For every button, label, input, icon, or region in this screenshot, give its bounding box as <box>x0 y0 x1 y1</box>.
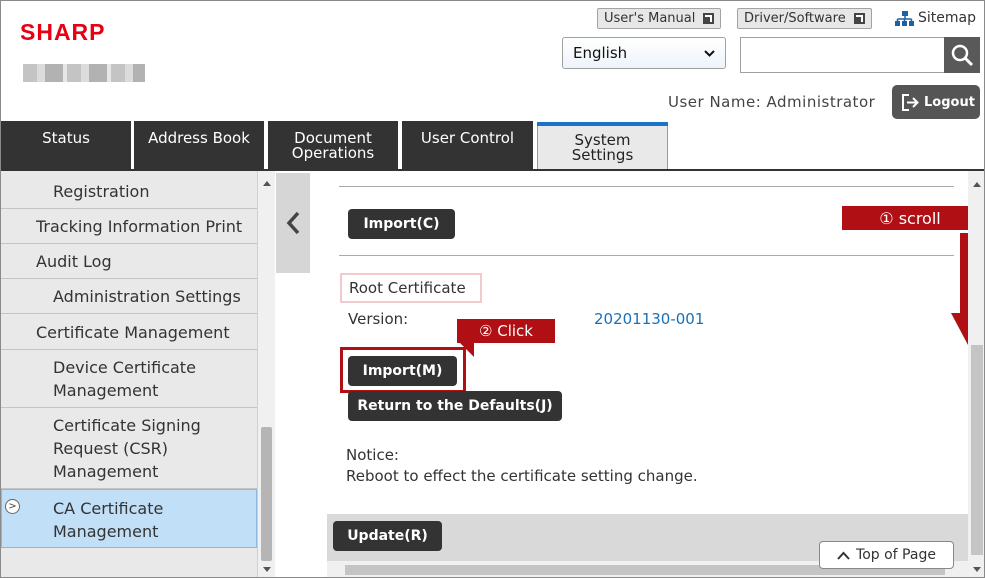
chevron-right-icon: > <box>5 499 20 514</box>
sidebar-item-label: Certificate Signing Request (CSR) Manage… <box>53 416 201 481</box>
sidebar-item-device-certificate-management[interactable]: Device Certificate Management <box>1 350 257 408</box>
tab-system-settings[interactable]: System Settings <box>537 122 668 171</box>
tab-status[interactable]: Status <box>1 121 131 171</box>
sidebar-item-registration[interactable]: Registration <box>1 171 257 209</box>
sidebar-item-tracking-information-print[interactable]: Tracking Information Print <box>1 209 257 244</box>
collapse-sidebar-button[interactable] <box>276 173 310 273</box>
logout-label: Logout <box>924 94 975 110</box>
sidebar-item-label: Certificate Management <box>36 323 230 342</box>
click-annotation: ② Click <box>457 319 555 343</box>
scroll-down-icon[interactable] <box>973 567 981 572</box>
sidebar-menu: Registration Tracking Information Print … <box>1 171 257 577</box>
import-c-button[interactable]: Import(C) <box>348 209 455 239</box>
model-name-redacted <box>23 64 145 82</box>
sidebar-item-csr-management[interactable]: Certificate Signing Request (CSR) Manage… <box>1 408 257 489</box>
sidebar-item-audit-log[interactable]: Audit Log <box>1 244 257 279</box>
sidebar-item-ca-certificate-management[interactable]: > CA Certificate Management <box>1 489 257 548</box>
click-highlight-box <box>340 347 466 393</box>
sharp-logo: SHARP <box>20 19 106 45</box>
tab-document-operations[interactable]: Document Operations <box>268 121 398 171</box>
external-link-icon <box>853 13 865 24</box>
sitemap-link[interactable]: Sitemap <box>895 10 976 26</box>
root-certificate-heading: Root Certificate <box>340 273 482 303</box>
tab-address-book[interactable]: Address Book <box>134 121 264 171</box>
tab-label: Status <box>42 129 90 147</box>
language-value: English <box>573 44 628 62</box>
logout-button[interactable]: Logout <box>892 85 980 119</box>
top-of-page-button[interactable]: Top of Page <box>819 541 954 569</box>
sitemap-icon <box>895 10 914 26</box>
driver-software-link[interactable]: Driver/Software <box>737 8 872 29</box>
user-name-label: User Name: Administrator <box>668 93 876 111</box>
tab-label: System Settings <box>571 131 634 164</box>
page-scroll-thumb[interactable] <box>971 345 983 555</box>
tab-label: User Control <box>420 129 515 147</box>
sidebar-scroll-thumb[interactable] <box>261 427 272 561</box>
tab-label: Address Book <box>148 129 250 147</box>
version-label: Version: <box>348 310 409 328</box>
language-select[interactable]: English <box>562 37 726 69</box>
top-of-page-label: Top of Page <box>856 547 936 563</box>
update-button[interactable]: Update(R) <box>333 521 442 551</box>
divider <box>339 186 954 187</box>
scroll-up-icon[interactable] <box>973 182 981 187</box>
sidebar-item-administration-settings[interactable]: Administration Settings <box>1 279 257 314</box>
sidebar-item-label: CA Certificate Management <box>53 499 164 541</box>
search-icon <box>951 44 974 67</box>
sidebar-item-label: Audit Log <box>36 252 112 271</box>
tab-user-control[interactable]: User Control <box>402 121 533 171</box>
sidebar-scrollbar[interactable] <box>257 171 275 577</box>
page-scrollbar[interactable] <box>968 171 984 577</box>
search-input[interactable] <box>740 37 945 73</box>
chevron-down-icon <box>704 49 715 57</box>
main-tabs: Status Address Book Document Operations … <box>1 121 984 171</box>
callout-pointer <box>459 342 474 357</box>
external-link-icon <box>703 13 715 24</box>
notice-text: Reboot to effect the certificate setting… <box>346 467 698 485</box>
return-to-defaults-button[interactable]: Return to the Defaults(J) <box>348 391 562 421</box>
scroll-down-icon[interactable] <box>263 567 271 572</box>
sidebar-item-label: Registration <box>53 182 150 201</box>
sidebar-item-label: Tracking Information Print <box>36 217 243 236</box>
scroll-annotation: ① scroll <box>842 206 978 230</box>
sidebar-item-label: Administration Settings <box>53 287 241 306</box>
sitemap-label: Sitemap <box>918 10 976 26</box>
version-value: 20201130-001 <box>594 310 705 328</box>
browser-frame: SHARP User's Manual Driver/Software Site… <box>0 0 985 578</box>
notice-label: Notice: <box>346 446 399 464</box>
driver-software-label: Driver/Software <box>744 11 846 26</box>
search-button[interactable] <box>944 37 980 73</box>
tab-label: Document Operations <box>291 129 375 162</box>
logout-icon <box>902 93 919 111</box>
scroll-up-icon[interactable] <box>263 181 271 186</box>
divider <box>339 255 954 256</box>
chevron-left-icon <box>286 211 300 235</box>
sidebar-item-certificate-management[interactable]: Certificate Management <box>1 314 257 350</box>
users-manual-link[interactable]: User's Manual <box>597 8 722 29</box>
chevron-up-icon <box>837 551 850 560</box>
sidebar-item-label: Device Certificate Management <box>53 358 196 400</box>
users-manual-label: User's Manual <box>604 11 696 26</box>
